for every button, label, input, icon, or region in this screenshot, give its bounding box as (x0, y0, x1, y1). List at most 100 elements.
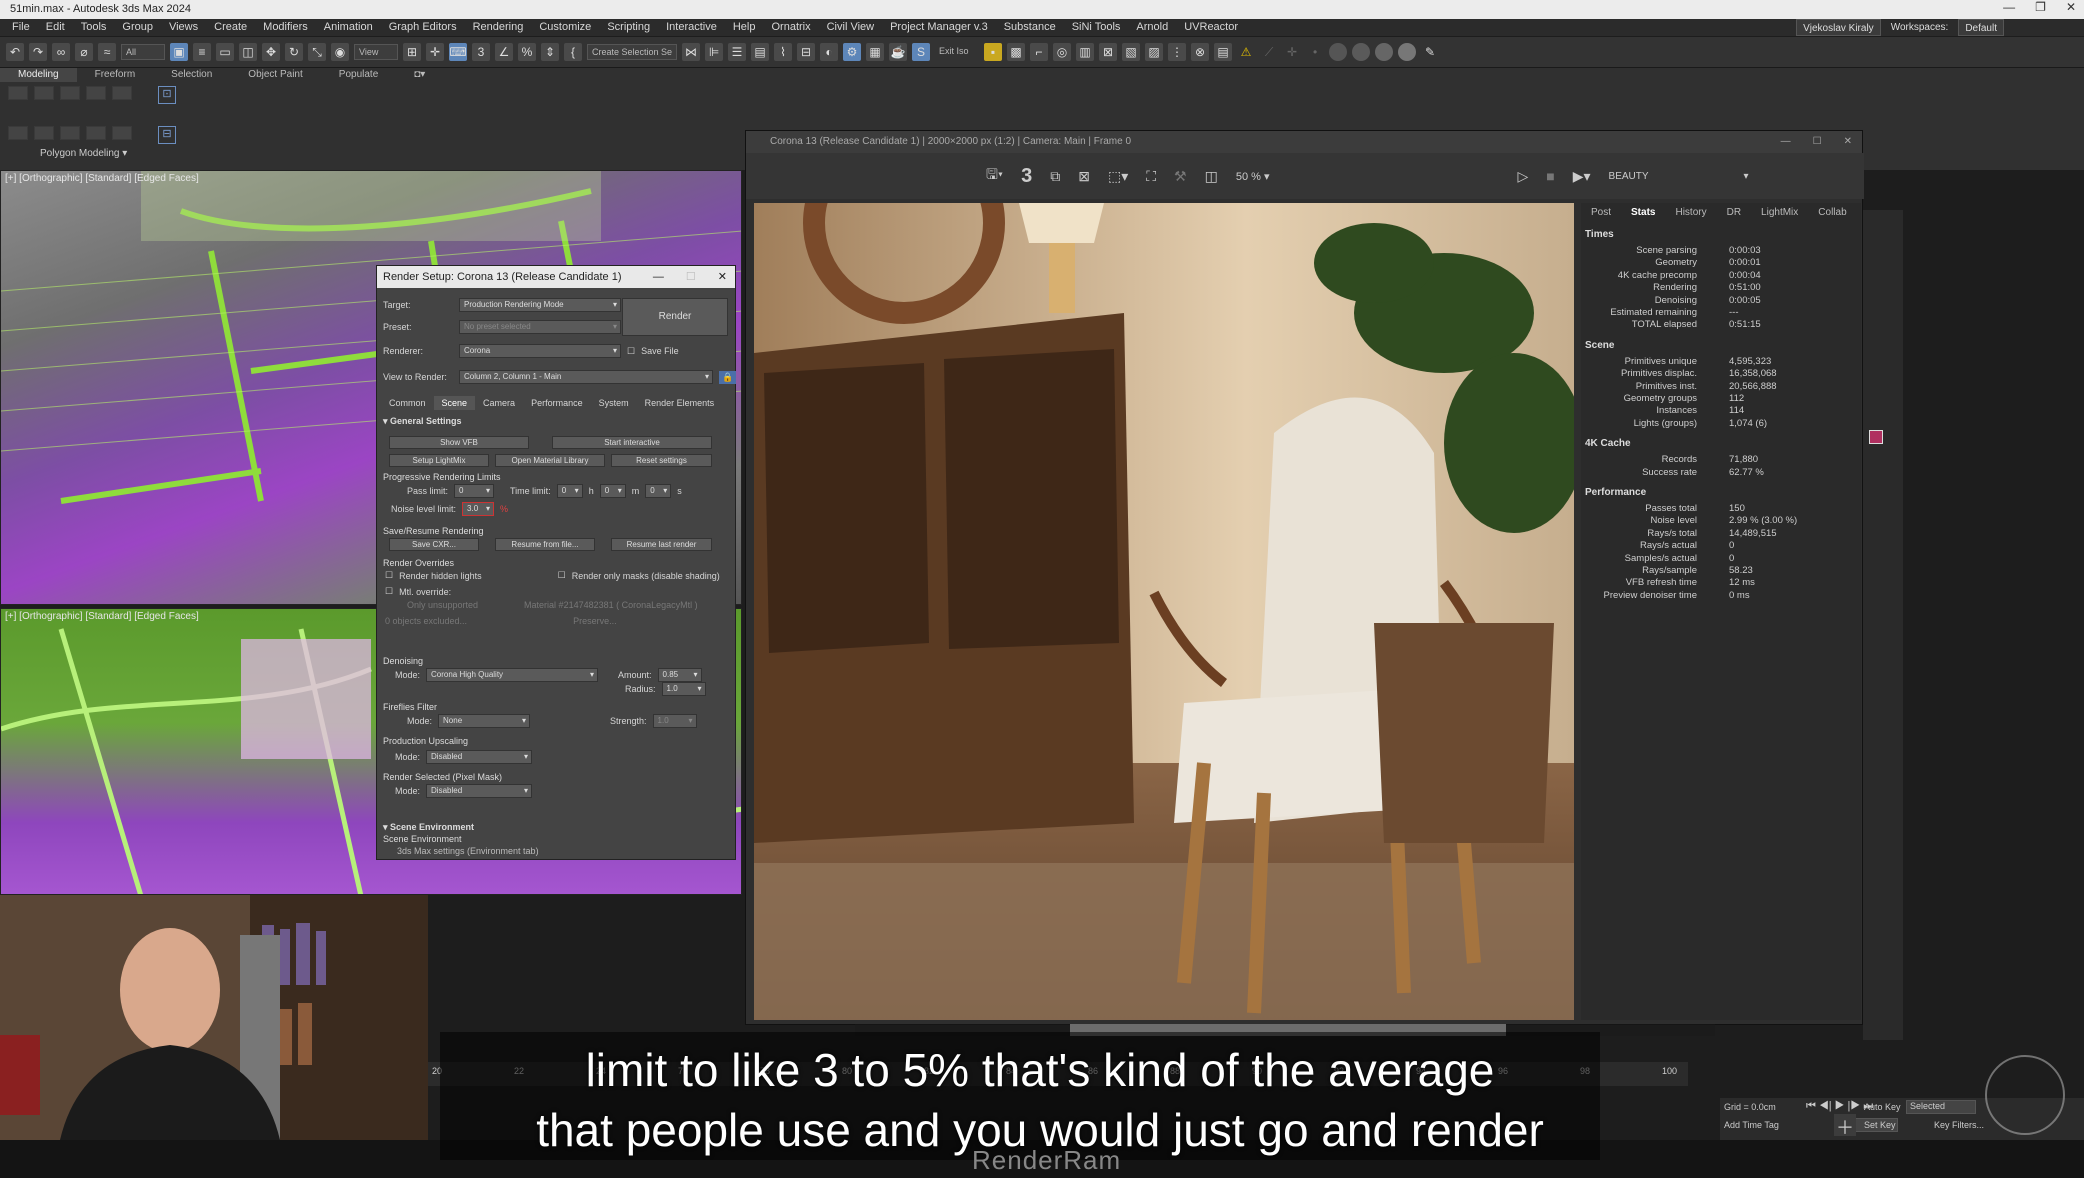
unlink-icon[interactable]: ⌀ (75, 43, 93, 61)
mirror-icon[interactable]: ⋈ (682, 43, 701, 61)
clear-icon[interactable]: ⊠ (1078, 168, 1090, 185)
time-hours-spinner[interactable]: 0 (556, 484, 583, 498)
ribbon-tab-modeling[interactable]: Modeling (0, 68, 77, 82)
renderer-dropdown[interactable]: Corona (459, 344, 621, 358)
layer-icon[interactable]: ▪ (984, 43, 1003, 61)
resume-file-button[interactable]: Resume from file... (495, 538, 595, 551)
dim-tool-icon[interactable]: ⟋ (1260, 43, 1278, 61)
only-unsupported-label[interactable]: Only unsupported (407, 600, 478, 610)
redo-icon[interactable]: ↷ (29, 43, 47, 61)
menu-item-graph-editors[interactable]: Graph Editors (381, 19, 465, 36)
spinner-snap-icon[interactable]: ⇕ (541, 43, 559, 61)
tool-g-icon[interactable]: ▤ (1214, 43, 1233, 61)
color-swatch[interactable] (1869, 430, 1883, 444)
select-by-name-icon[interactable]: ≡ (193, 43, 211, 61)
select-manipulate-icon[interactable]: ✛ (426, 43, 444, 61)
ribbon-btn-9[interactable] (86, 126, 106, 140)
menu-item-create[interactable]: Create (206, 19, 255, 36)
menu-item-rendering[interactable]: Rendering (465, 19, 532, 36)
ribbon-tab-object-paint[interactable]: Object Paint (230, 68, 320, 82)
preset-dropdown[interactable]: No preset selected (459, 320, 621, 334)
save-cxr-button[interactable]: Save CXR... (389, 538, 479, 551)
rs-maximize-icon[interactable]: ☐ (686, 266, 696, 288)
selected-dropdown[interactable]: Selected (1906, 1100, 1976, 1114)
lock-icon[interactable]: 🔒 (719, 370, 737, 384)
circle-d-icon[interactable] (1398, 43, 1417, 61)
rs-tab-scene[interactable]: Scene (433, 396, 476, 410)
object-icon[interactable]: ▩ (1007, 43, 1026, 61)
bind-spacewarp-icon[interactable]: ≈ (98, 43, 116, 61)
menu-item-file[interactable]: File (4, 19, 38, 36)
tool-b-icon[interactable]: ⊠ (1099, 43, 1118, 61)
vfb-maximize-icon[interactable]: ☐ (1813, 131, 1822, 153)
menu-item-tools[interactable]: Tools (73, 19, 115, 36)
dim-tool2-icon[interactable]: ✛ (1283, 43, 1301, 61)
restore-icon[interactable]: ❐ (2035, 0, 2046, 19)
vfb-close-icon[interactable]: ✕ (1844, 131, 1852, 153)
rs-tab-performance[interactable]: Performance (523, 396, 591, 410)
stats-tab-dr[interactable]: DR (1717, 203, 1751, 222)
target-dropdown[interactable]: Production Rendering Mode (459, 298, 621, 312)
set-key-button[interactable]: Set Key (1864, 1120, 1896, 1130)
workspace-dropdown[interactable]: Default (1958, 19, 2004, 36)
reset-settings-button[interactable]: Reset settings (611, 454, 712, 467)
circle-b-icon[interactable] (1352, 43, 1371, 61)
rs-tab-camera[interactable]: Camera (475, 396, 523, 410)
stop-icon[interactable]: ■ (1546, 168, 1554, 184)
fit-icon[interactable]: ⛶ (1146, 168, 1156, 185)
scale-icon[interactable]: ⤡ (308, 43, 326, 61)
ribbon-vertex-icon[interactable]: ⊡ (158, 86, 176, 104)
rect-selection-icon[interactable]: ▭ (216, 43, 234, 61)
ribbon-btn-4[interactable] (86, 86, 106, 100)
menu-item-sini-tools[interactable]: SiNi Tools (1064, 19, 1129, 36)
stats-tab-collab[interactable]: Collab (1808, 203, 1856, 222)
render-production-icon[interactable]: ☕ (889, 43, 908, 61)
preserve-button[interactable]: Preserve... (573, 616, 617, 626)
general-settings-heading[interactable]: ▾ General Settings (383, 416, 462, 427)
ribbon-btn-1[interactable] (8, 86, 28, 100)
tool-a-icon[interactable]: ▥ (1076, 43, 1095, 61)
menu-item-civil-view[interactable]: Civil View (819, 19, 882, 36)
viewport-bottom-label[interactable]: [+] [Orthographic] [Standard] [Edged Fac… (5, 611, 199, 622)
amount-spinner[interactable]: 0.85 (657, 668, 702, 682)
save-icon[interactable]: 🖫▾ (986, 164, 1003, 188)
scene-environment-heading[interactable]: ▾ Scene Environment (383, 822, 474, 833)
menu-item-uvreactor[interactable]: UVReactor (1176, 19, 1246, 36)
start-interactive-button[interactable]: Start interactive (552, 436, 712, 449)
menu-item-edit[interactable]: Edit (38, 19, 73, 36)
hidden-lights-checkbox[interactable]: ☐ (385, 570, 393, 581)
rs-minimize-icon[interactable]: — (653, 266, 664, 288)
render-setup-icon[interactable]: ⚙ (843, 43, 862, 61)
tool-f-icon[interactable]: ⊗ (1191, 43, 1210, 61)
upscaling-mode-dropdown[interactable]: Disabled (426, 750, 533, 764)
place-icon[interactable]: ◉ (331, 43, 349, 61)
sini-icon[interactable]: S (912, 43, 931, 61)
ribbon-btn-10[interactable] (112, 126, 132, 140)
selection-filter-dropdown[interactable]: All (121, 44, 165, 60)
stats-tab-lightmix[interactable]: LightMix (1751, 203, 1808, 222)
add-key-icon[interactable]: ＋ (1834, 1114, 1856, 1138)
angle-snap-icon[interactable]: ∠ (495, 43, 513, 61)
menu-item-animation[interactable]: Animation (316, 19, 381, 36)
menu-item-help[interactable]: Help (725, 19, 764, 36)
save-file-checkbox[interactable]: ☐ (627, 346, 635, 357)
material-editor-icon[interactable]: ◐ (820, 43, 839, 61)
mtl-override-checkbox[interactable]: ☐ (385, 586, 393, 597)
rs-tab-system[interactable]: System (591, 396, 637, 410)
setup-lightmix-button[interactable]: Setup LightMix (389, 454, 489, 467)
tool-d-icon[interactable]: ▨ (1145, 43, 1164, 61)
menu-item-modifiers[interactable]: Modifiers (255, 19, 316, 36)
stats-tab-history[interactable]: History (1665, 203, 1716, 222)
edit-named-selection-icon[interactable]: { (564, 43, 582, 61)
menu-item-project-manager-v-3[interactable]: Project Manager v.3 (882, 19, 996, 36)
ribbon-options-icon[interactable]: ◘▾ (396, 68, 443, 82)
keyboard-shortcut-icon[interactable]: ⌨ (449, 43, 467, 61)
viewport-top-label[interactable]: [+] [Orthographic] [Standard] [Edged Fac… (5, 173, 199, 184)
time-seconds-spinner[interactable]: 0 (645, 484, 672, 498)
pass-limit-spinner[interactable]: 0 (454, 484, 495, 498)
close-icon[interactable]: ✕ (2066, 0, 2076, 19)
pivot-icon[interactable]: ⊞ (403, 43, 421, 61)
align-icon[interactable]: ⊫ (705, 43, 724, 61)
denoise-mode-dropdown[interactable]: Corona High Quality (426, 668, 599, 682)
menu-item-ornatrix[interactable]: Ornatrix (763, 19, 818, 36)
